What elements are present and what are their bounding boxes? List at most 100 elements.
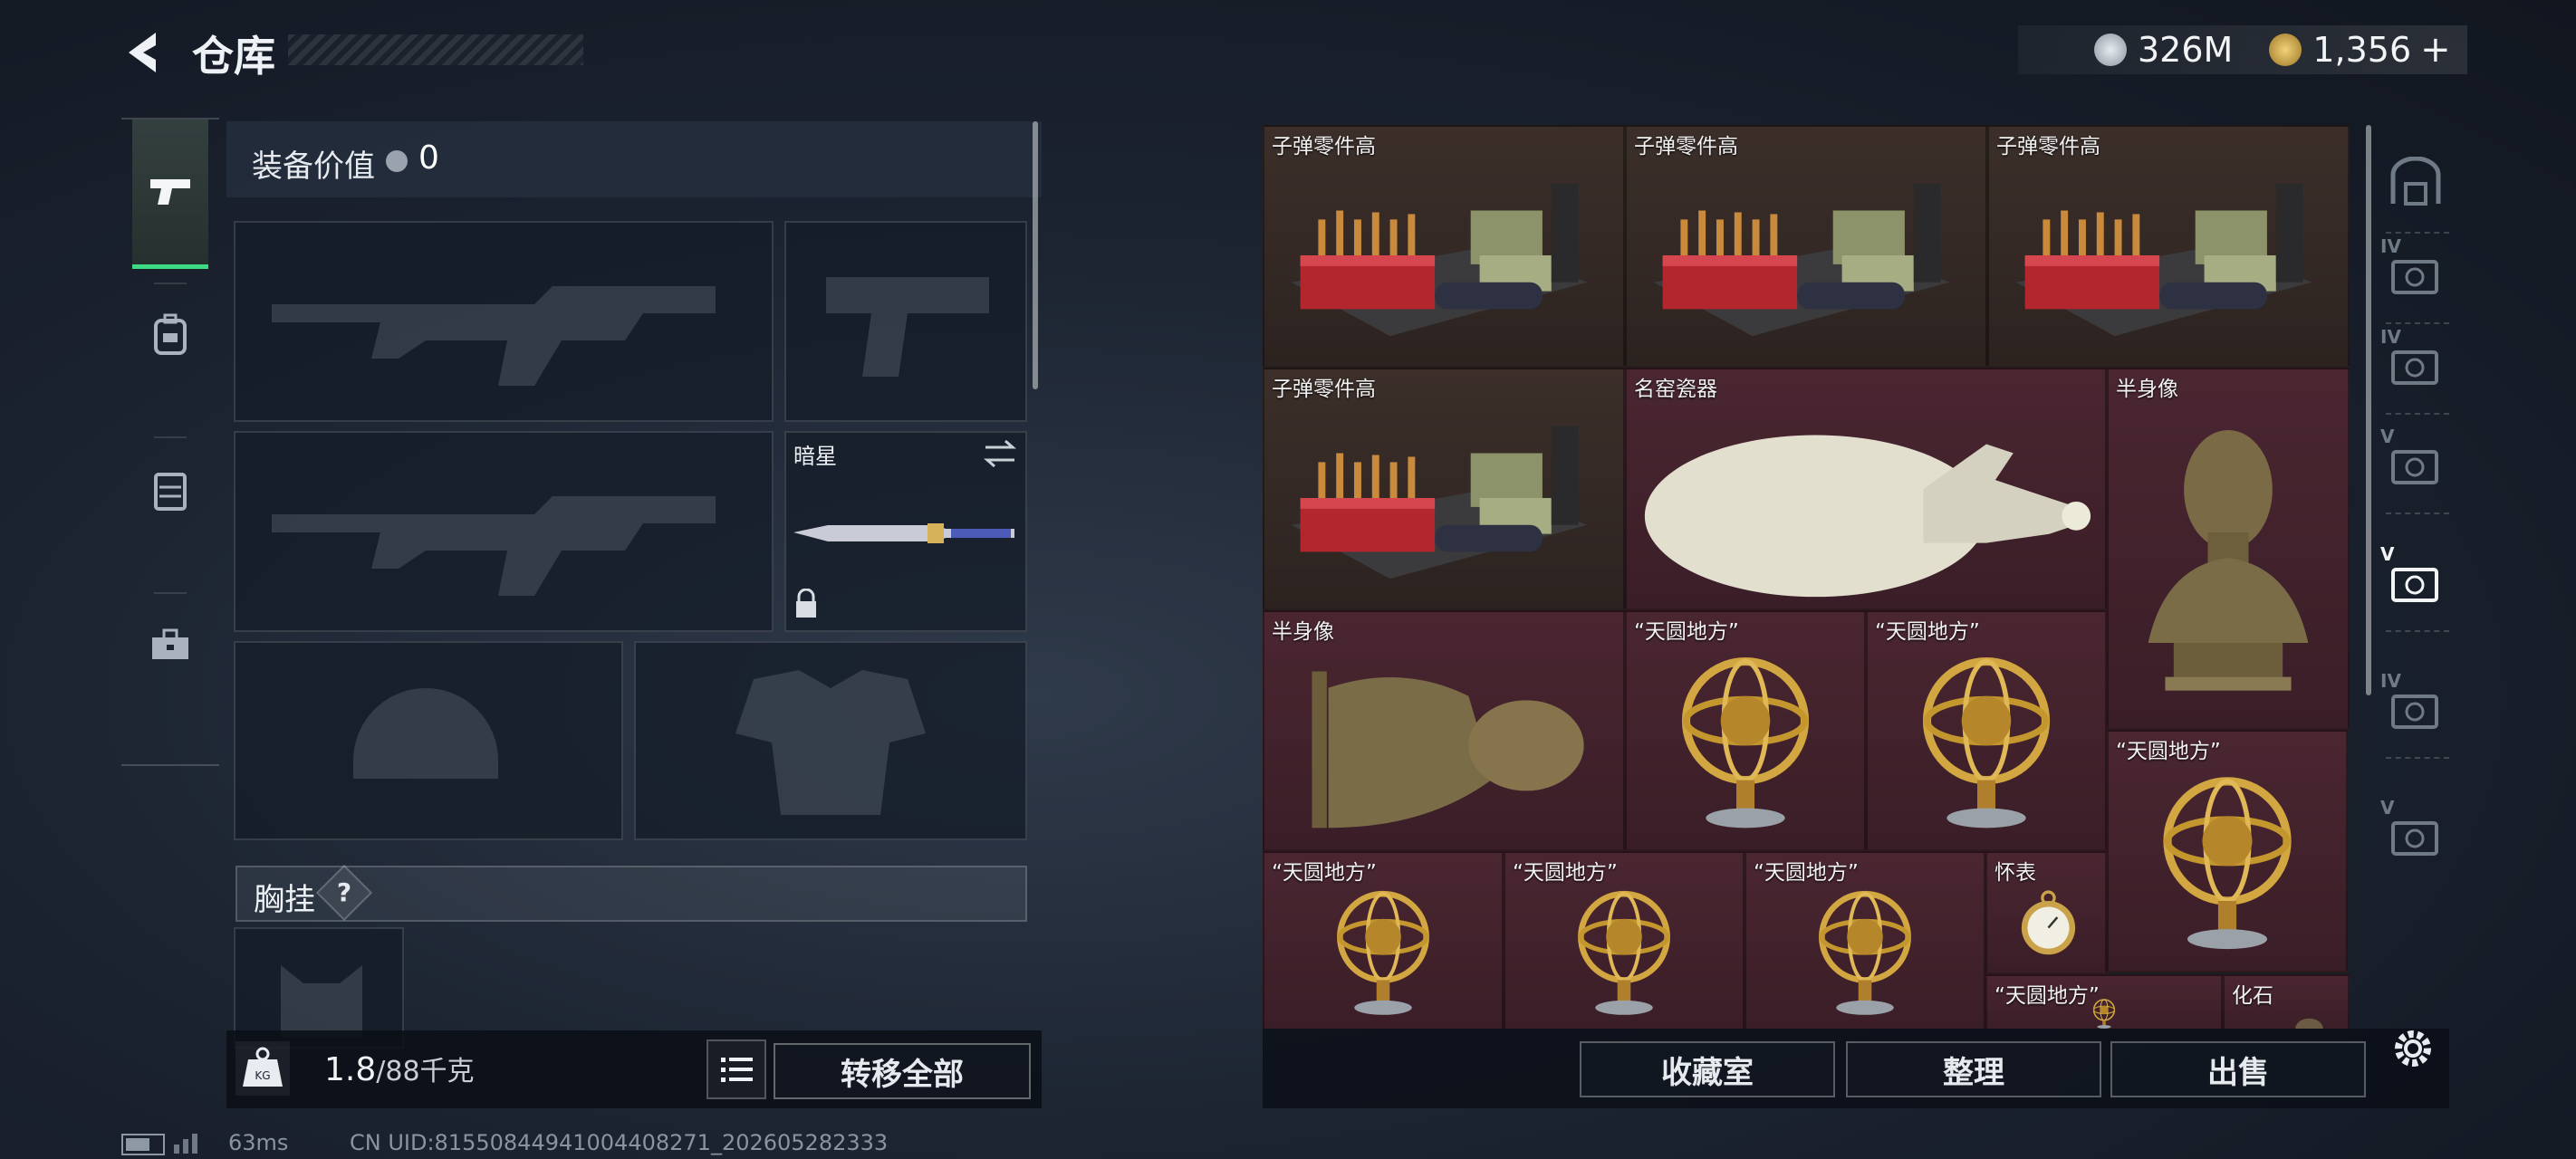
ammo-parts-icon — [1291, 183, 1588, 337]
signal-icon — [174, 1134, 197, 1154]
back-button[interactable] — [120, 27, 170, 78]
silver-coin-icon — [2094, 34, 2127, 66]
gold-currency[interactable]: 1,356 + — [2269, 29, 2451, 71]
ammo-parts-icon — [1291, 426, 1588, 580]
category-divider — [2386, 757, 2449, 759]
ping-readout: 63ms — [228, 1130, 289, 1155]
settings-button[interactable] — [2386, 1021, 2440, 1076]
tier-label: IV — [2380, 326, 2401, 348]
tier-label: V — [2380, 797, 2395, 819]
pistol-silhouette-icon — [826, 277, 989, 377]
vest-icon — [154, 473, 187, 511]
sell-button[interactable]: 出售 — [2110, 1041, 2366, 1097]
warehouse-item[interactable]: “天圆地方” — [1263, 851, 1504, 1029]
item-name: 子弹零件高 — [1272, 135, 1376, 158]
warehouse-item[interactable]: 名窑瓷器 — [1625, 368, 2107, 610]
category-safebox-0[interactable] — [2375, 139, 2456, 225]
item-image — [2109, 750, 2346, 971]
category-tier-iv-item-2[interactable]: IV — [2375, 321, 2456, 406]
armillary-sphere-icon — [1922, 657, 2051, 829]
toolbox-icon — [152, 628, 188, 659]
swap-icon[interactable] — [982, 438, 1018, 469]
category-tier-iv-item-1[interactable]: IV — [2375, 230, 2456, 315]
collection-room-button[interactable]: 收藏室 — [1580, 1041, 1835, 1097]
item-name: “天圆地方” — [1634, 620, 1739, 644]
warehouse-item[interactable]: 子弹零件高 — [1263, 368, 1625, 610]
bust-statue-icon — [2148, 430, 2309, 691]
warehouse-item[interactable]: “天圆地方” — [1985, 974, 2223, 1029]
tier-label: V — [2380, 426, 2395, 447]
transfer-all-button[interactable]: 转移全部 — [774, 1043, 1031, 1099]
warehouse-item[interactable]: “天圆地方” — [1504, 851, 1745, 1029]
weight-readout: 1.8/88千克 — [324, 1049, 475, 1088]
lock-icon — [796, 589, 816, 618]
helmet-slot[interactable] — [234, 641, 623, 840]
gear-icon — [2395, 1030, 2431, 1067]
warehouse-item[interactable]: 半身像 — [1263, 610, 1625, 851]
warehouse-action-bar: 收藏室 整理 出售 — [1263, 1029, 2449, 1108]
item-image — [1264, 630, 1623, 849]
armor-slot[interactable] — [634, 641, 1027, 840]
rifle-silhouette-icon — [272, 496, 716, 596]
warehouse-item[interactable]: “天圆地方” — [1745, 851, 1985, 1029]
equipment-scrollbar[interactable] — [1033, 121, 1038, 389]
secondary-weapon-slot[interactable] — [234, 431, 774, 632]
primary-weapon-slot[interactable] — [234, 221, 774, 422]
ammo-parts-icon — [2015, 183, 2312, 337]
item-name: 子弹零件高 — [1996, 135, 2100, 158]
back-arrow-icon — [129, 33, 156, 72]
item-image — [1505, 871, 1743, 1029]
item-name: “天圆地方” — [1875, 620, 1980, 644]
item-name: “天圆地方” — [1994, 984, 2100, 1008]
item-image — [1264, 388, 1623, 608]
item-name: 名窑瓷器 — [1634, 378, 1717, 401]
silver-amount: 326M — [2138, 30, 2234, 70]
rifle-silhouette-icon — [272, 286, 716, 386]
warehouse-item[interactable]: 半身像 — [2107, 368, 2350, 730]
item-image — [1264, 871, 1502, 1029]
safebox-icon — [2390, 157, 2441, 206]
list-view-button[interactable] — [706, 1039, 766, 1099]
item-image — [1868, 630, 2105, 849]
add-currency-button[interactable]: + — [2420, 29, 2451, 71]
item-name: 化石 — [2232, 984, 2273, 1008]
category-tier-v-item-4[interactable]: V — [2375, 538, 2456, 623]
weight-max: /88千克 — [376, 1056, 475, 1087]
nav-vest[interactable] — [132, 418, 208, 563]
backpack-icon — [154, 313, 187, 355]
melee-name: 暗星 — [793, 444, 837, 469]
nav-weapons[interactable] — [132, 120, 208, 269]
warehouse-item[interactable]: 子弹零件高 — [1263, 125, 1625, 368]
warehouse-item[interactable]: 化石 — [2223, 974, 2350, 1029]
help-icon[interactable]: ? — [315, 864, 373, 922]
pistol-icon — [150, 179, 190, 205]
item-image — [1989, 145, 2348, 366]
warehouse-item[interactable]: “天圆地方” — [1866, 610, 2107, 851]
warehouse-item[interactable]: “天圆地方” — [1625, 610, 1866, 851]
warehouse-scrollbar[interactable] — [2366, 125, 2371, 695]
ammo-parts-icon — [1653, 183, 1950, 337]
item-name: 半身像 — [1272, 620, 1334, 644]
category-tier-iv-item-5[interactable]: IV — [2375, 665, 2456, 750]
category-divider — [2386, 413, 2449, 415]
item-name: “天圆地方” — [1513, 861, 1618, 885]
warehouse-item[interactable]: 子弹零件高 — [1625, 125, 1987, 368]
equipment-value: 0 — [418, 139, 439, 177]
weight-icon: KG — [235, 1041, 290, 1096]
armillary-sphere-icon — [1819, 890, 1911, 1015]
sidearm-slot[interactable] — [784, 221, 1027, 422]
category-tier-v-item-6[interactable]: V — [2375, 791, 2456, 876]
weight-icon-label: KG — [255, 1069, 270, 1082]
organize-button[interactable]: 整理 — [1846, 1041, 2101, 1097]
page-title: 仓库 — [192, 32, 275, 81]
melee-slot[interactable]: 暗星 — [784, 431, 1027, 632]
warehouse-item[interactable]: 怀表 — [1985, 851, 2107, 974]
warehouse-item[interactable]: 子弹零件高 — [1987, 125, 2350, 368]
warehouse-grid: 子弹零件高 子弹零件高 子弹零件高 子弹零件高 名窑瓷器 半身像 半身像 “天圆地方” “天圆地… — [1263, 125, 2350, 1029]
nav-toolbox[interactable] — [132, 572, 208, 717]
category-tier-v-item-3[interactable]: V — [2375, 420, 2456, 505]
nav-backpack[interactable] — [132, 263, 208, 407]
warehouse-item[interactable]: “天圆地方” — [2107, 730, 2348, 972]
tier-label: IV — [2380, 235, 2401, 257]
silver-coin-icon — [386, 150, 408, 172]
